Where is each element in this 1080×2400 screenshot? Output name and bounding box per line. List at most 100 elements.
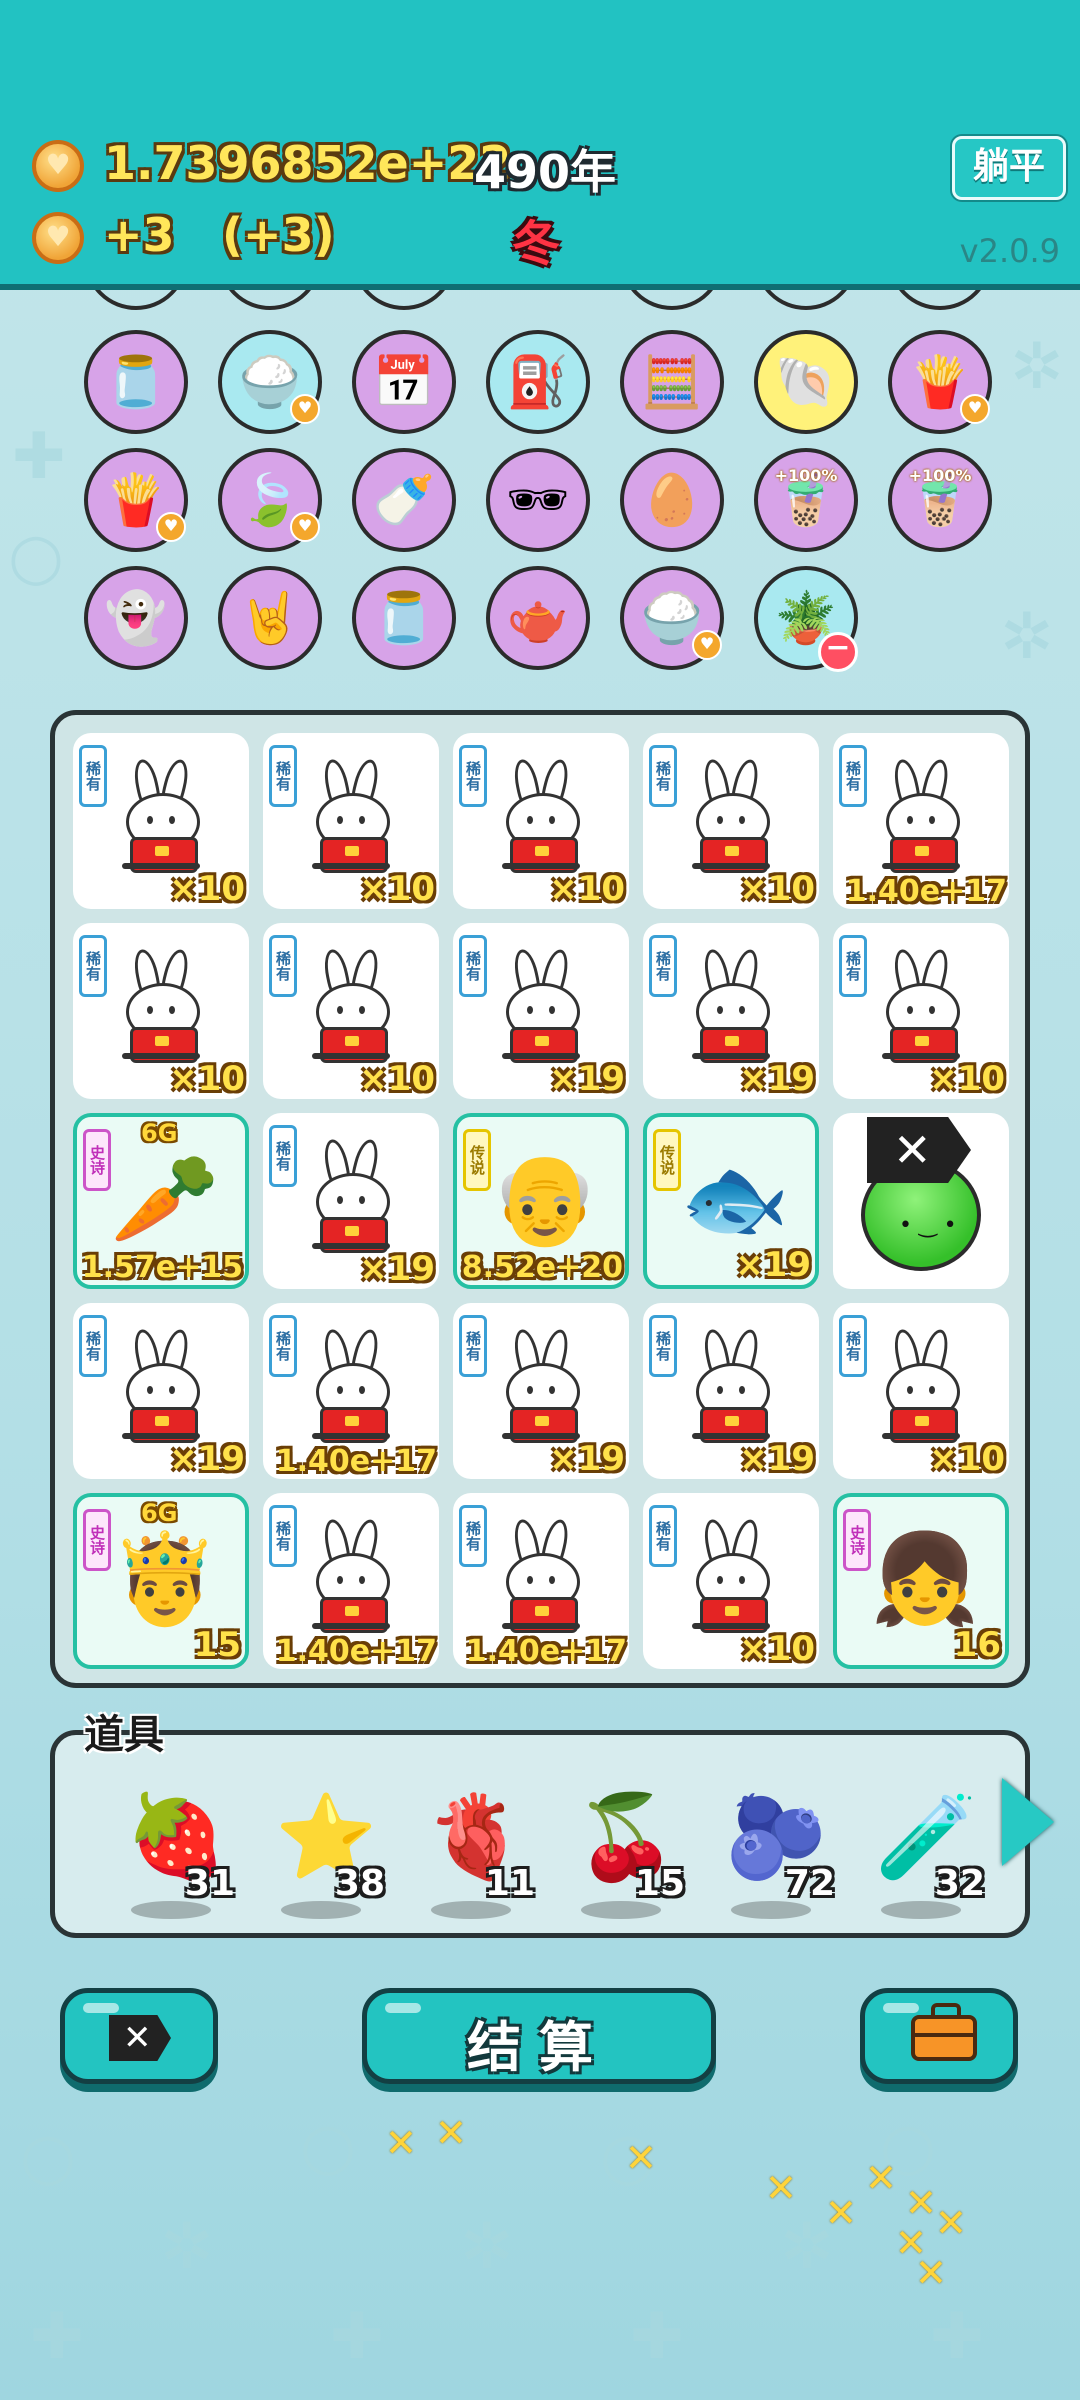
item-strawberry[interactable]: 🍓 31 — [115, 1775, 235, 1925]
board-cell[interactable]: 稀有 1.40e+17 — [833, 733, 1009, 909]
symbol-value: 15 — [193, 1625, 241, 1665]
board-cell[interactable]: 🤴 6G 史诗 15 — [73, 1493, 249, 1669]
board-cell[interactable]: 稀有 ×19 — [263, 1113, 439, 1289]
sunglasses-icon: 🕶 — [506, 470, 570, 529]
relic-fries-icon[interactable]: 🍟 ♥ — [84, 448, 188, 552]
item-count: 31 — [184, 1863, 235, 1904]
symbol-value: ×19 — [735, 1245, 811, 1285]
settle-button[interactable]: 结算 — [362, 1988, 716, 2084]
briefcase-icon — [911, 2003, 977, 2061]
money-total: 1.7396852e+22 — [104, 136, 512, 190]
board-cell[interactable]: 稀有 1.40e+17 — [263, 1303, 439, 1479]
relic-slot[interactable] — [352, 290, 456, 310]
relic-leaf-icon[interactable]: 🍃 ♥ — [218, 448, 322, 552]
board-cell[interactable]: 稀有 ×19 — [453, 923, 629, 1099]
symbol-value: ×19 — [359, 1249, 435, 1289]
relic-egg-icon[interactable]: 🥚 — [620, 448, 724, 552]
relic-shell-icon[interactable]: 🐚 — [754, 330, 858, 434]
symbol-value: 16 — [953, 1625, 1001, 1665]
rarity-tag: 稀有 — [649, 935, 677, 997]
board-cell[interactable]: 👧 史诗 16 — [833, 1493, 1009, 1669]
sparkle-effect: ✕ — [765, 2166, 797, 2210]
board-cell[interactable]: 稀有 ×10 — [833, 923, 1009, 1099]
rabbit-icon — [681, 1515, 781, 1635]
item-count: 32 — [934, 1863, 985, 1904]
relic-jar-icon[interactable]: 🫙 — [352, 566, 456, 670]
board-cell[interactable]: 🥕 6G 史诗 1.57e+15 — [73, 1113, 249, 1289]
board-cell[interactable]: 稀有 ×19 — [453, 1303, 629, 1479]
board-cell[interactable]: 稀有 ×10 — [73, 923, 249, 1099]
relic-milk-bottle-icon[interactable]: 🍼 — [352, 448, 456, 552]
relic-flower-pot-icon[interactable]: 🪴 − — [754, 566, 858, 672]
board-cell[interactable]: 稀有 ×19 — [73, 1303, 249, 1479]
relic-fries-icon[interactable]: 🍟 ♥ — [888, 330, 992, 434]
board-cell[interactable]: 稀有 ×10 — [643, 1493, 819, 1669]
board-cell[interactable]: 稀有 1.40e+17 — [263, 1493, 439, 1669]
shell-icon: 🐚 — [774, 352, 838, 411]
board-cell[interactable]: 稀有 ×10 — [833, 1303, 1009, 1479]
item-count: 11 — [484, 1863, 535, 1904]
relic-slot[interactable] — [218, 290, 322, 310]
item-star[interactable]: ⭐ 38 — [265, 1775, 385, 1925]
symbol-value: ×19 — [739, 1059, 815, 1099]
board-cell[interactable]: 👴 传说 8.52e+20 — [453, 1113, 629, 1289]
symbol-value: ×10 — [739, 869, 815, 909]
item-count: 15 — [634, 1863, 685, 1904]
rabbit-icon — [491, 945, 591, 1065]
relic-slot[interactable] — [888, 290, 992, 310]
rarity-tag: 稀有 — [79, 745, 107, 807]
relic-bubble-tea-icon[interactable]: 🧋 +100% — [888, 448, 992, 552]
item-count: 72 — [784, 1863, 835, 1904]
rarity-tag: 史诗 — [843, 1509, 871, 1571]
background-cross-decoration: ✚ — [30, 2300, 84, 2374]
board-cell[interactable]: 稀有 ×10 — [263, 733, 439, 909]
symbol-value: ×10 — [359, 869, 435, 909]
relic-jar-icon[interactable]: 🫙 — [84, 330, 188, 434]
board-cell[interactable]: 稀有 ×10 — [643, 733, 819, 909]
board-cell[interactable]: 稀有 ×10 — [453, 733, 629, 909]
board-cell[interactable]: • ‿ • ✕ — [833, 1113, 1009, 1289]
delete-button[interactable]: ✕ — [60, 1988, 218, 2084]
relic-slot[interactable] — [754, 290, 858, 310]
relic-pump-icon[interactable]: ⛽ — [486, 330, 590, 434]
symbol-value: 1.40e+17 — [845, 874, 1007, 909]
background-cross-decoration: ✚ — [12, 420, 66, 494]
board-cell[interactable]: 🐟 传说 ×19 — [643, 1113, 819, 1289]
relic-bubble-tea-icon[interactable]: 🧋 +100% — [754, 448, 858, 552]
rabbit-icon — [871, 755, 971, 875]
relic-math-student-icon[interactable]: 🧮 — [620, 330, 724, 434]
relic-rice-bowl-icon[interactable]: 🍚 ♥ — [620, 566, 724, 670]
jar-icon: 🫙 — [372, 588, 436, 647]
board-cell[interactable]: 稀有 1.40e+17 — [453, 1493, 629, 1669]
relic-bonus-percent: +100% — [774, 466, 838, 485]
relic-ghost-icon[interactable]: 👻 — [84, 566, 188, 670]
slime-face: • ‿ • — [899, 1213, 957, 1238]
symbol-value: ×10 — [359, 1059, 435, 1099]
board-cell[interactable]: 稀有 ×10 — [73, 733, 249, 909]
crown-badge: 6G — [141, 1499, 178, 1527]
sparkle-effect: ✕ — [385, 2121, 417, 2165]
relic-calendar-icon[interactable]: 📅 — [352, 330, 456, 434]
board-cell[interactable]: 稀有 ×19 — [643, 923, 819, 1099]
symbol-value: ×10 — [169, 1059, 245, 1099]
relic-rock-hand-icon[interactable]: 🤘 — [218, 566, 322, 670]
item-count: 38 — [334, 1863, 385, 1904]
item-glass-bottles[interactable]: 🧪 32 — [865, 1775, 985, 1925]
rabbit-icon — [491, 755, 591, 875]
item-bayberry[interactable]: 🍒 15 — [565, 1775, 685, 1925]
item-liver[interactable]: 🫀 11 — [415, 1775, 535, 1925]
relic-slot[interactable] — [84, 290, 188, 310]
lie-flat-button[interactable]: 躺平 — [952, 136, 1066, 200]
bag-button[interactable] — [860, 1988, 1018, 2084]
pump-icon: ⛽ — [506, 352, 570, 411]
board-cell[interactable]: 稀有 ×19 — [643, 1303, 819, 1479]
board-cell[interactable]: 稀有 ×10 — [263, 923, 439, 1099]
items-next-arrow[interactable] — [1002, 1778, 1054, 1866]
item-blueberry[interactable]: 🫐 72 — [715, 1775, 835, 1925]
sparkle-effect: ✕ — [935, 2201, 967, 2245]
relic-gravy-boat-icon[interactable]: 🫖 — [486, 566, 590, 670]
relic-slot[interactable] — [620, 290, 724, 310]
relic-sunglasses-icon[interactable]: 🕶 — [486, 448, 590, 552]
relic-rice-bowl-icon[interactable]: 🍚 ♥ — [218, 330, 322, 434]
items-bar: 🍓 31 ⭐ 38 🫀 11 🍒 15 🫐 72 🧪 32 — [50, 1730, 1030, 1938]
